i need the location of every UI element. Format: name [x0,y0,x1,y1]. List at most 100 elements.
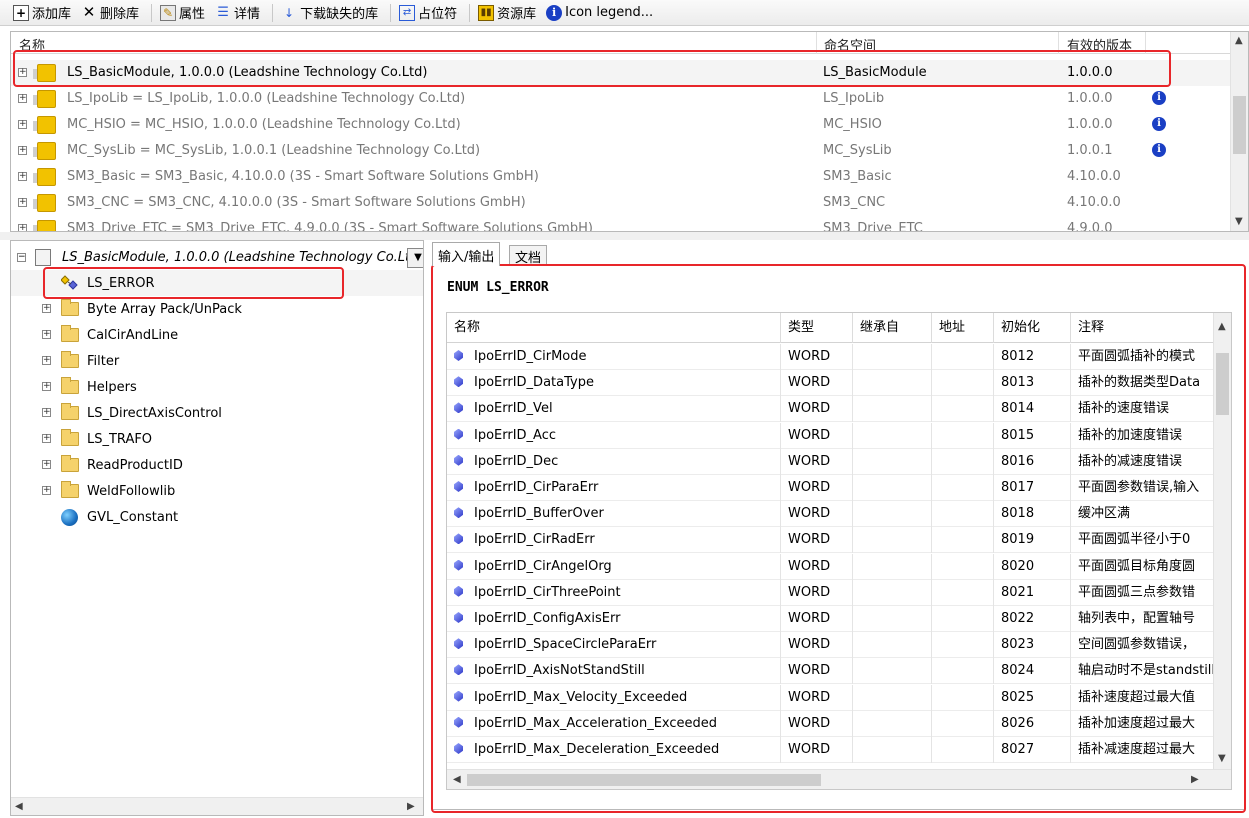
column-header-inherited-from[interactable]: 继承自 [853,313,932,343]
cell-inherited-from[interactable] [853,396,932,423]
cell-inherited-from[interactable] [853,658,932,685]
cell-initial-value[interactable]: 8013 [994,370,1071,397]
cell-comment[interactable]: 插补速度超过最大值 [1071,685,1215,711]
expand-icon[interactable]: + [18,146,27,155]
cell-type[interactable]: WORD [781,344,853,370]
cell-inherited-from[interactable] [853,527,932,554]
cell-inherited-from[interactable] [853,370,932,397]
cell-type[interactable]: WORD [781,710,853,737]
library-row[interactable]: + SM3_CNC = SM3_CNC, 4.10.0.0 (3S - Smart… [11,190,1231,216]
tab-io[interactable]: 输入/输出 [432,242,501,266]
table-row[interactable]: IpoErrID_Max_Deceleration_Exceeded WORD 80… [447,737,1215,763]
cell-comment[interactable]: 插补的数据类型Data [1071,370,1215,396]
table-row[interactable]: IpoErrID_DataType WORD 8013 插补的数据类型Data [447,370,1215,397]
table-row[interactable]: IpoErrID_Max_Acceleration_Exceeded WORD 80… [447,710,1215,737]
icon-legend-button[interactable]: i Icon legend... [543,2,658,24]
properties-button[interactable]: ✎ 属性 [157,2,210,24]
table-row[interactable]: IpoErrID_ConfigAxisErr WORD 8022 轴列表中，配置轴号 [447,606,1215,632]
column-header-namespace[interactable]: 命名空间 [824,35,876,54]
download-missing-button[interactable]: ↓ 下载缺失的库 [278,2,383,24]
table-row[interactable]: IpoErrID_CirThreePoint WORD 8021 平面圆弧三点参数错 [447,579,1215,606]
table-row[interactable]: IpoErrID_AxisNotStandStill WORD 8024 轴启动时不… [447,658,1215,685]
cell-inherited-from[interactable] [853,501,932,528]
cell-name[interactable]: IpoErrID_Max_Acceleration_Exceeded [447,710,781,737]
info-icon[interactable]: i [1152,91,1166,105]
expand-icon[interactable]: + [42,486,51,495]
cell-type[interactable]: WORD [781,475,853,501]
cell-inherited-from[interactable] [853,684,932,711]
scroll-right-arrow-icon[interactable]: ▶ [407,801,415,812]
scroll-up-arrow-icon[interactable]: ▲ [1235,35,1243,46]
cell-initial-value[interactable]: 8027 [994,737,1071,763]
tree-item[interactable]: LS_ERROR [11,270,423,296]
cell-address[interactable] [932,684,994,711]
cell-initial-value[interactable]: 8012 [994,344,1071,370]
scroll-down-arrow-icon[interactable]: ▼ [1218,753,1226,764]
cell-comment[interactable]: 缓冲区满 [1071,501,1215,527]
cell-name[interactable]: IpoErrID_CirMode [447,344,781,370]
cell-comment[interactable]: 插补的速度错误 [1071,396,1215,422]
table-row[interactable]: IpoErrID_BufferOver WORD 8018 缓冲区满 [447,501,1215,528]
column-header-initial-value[interactable]: 初始化 [994,313,1071,343]
expand-icon[interactable]: + [42,460,51,469]
column-header-name[interactable]: 名称 [447,313,781,343]
cell-inherited-from[interactable] [853,606,932,632]
expand-icon[interactable]: + [42,356,51,365]
tree-item[interactable]: + LS_TRAFO [11,426,423,452]
cell-initial-value[interactable]: 8016 [994,448,1071,475]
tree-item[interactable]: + LS_DirectAxisControl [11,400,423,426]
cell-type[interactable]: WORD [781,527,853,554]
cell-inherited-from[interactable] [853,344,932,370]
cell-inherited-from[interactable] [853,475,932,501]
expand-icon[interactable]: + [18,224,27,231]
expand-icon[interactable]: + [42,330,51,339]
pane-splitter[interactable] [0,232,1249,240]
cell-initial-value[interactable]: 8018 [994,501,1071,528]
cell-type[interactable]: WORD [781,396,853,423]
cell-type[interactable]: WORD [781,632,853,659]
tab-documentation[interactable]: 文档 [509,245,548,266]
cell-initial-value[interactable]: 8024 [994,658,1071,685]
column-divider[interactable] [1058,32,1059,54]
cell-address[interactable] [932,475,994,501]
scroll-left-arrow-icon[interactable]: ◀ [453,774,461,785]
tree-item[interactable]: GVL_Constant [11,504,423,530]
enum-table-vertical-scrollbar[interactable]: ▲ ▼ [1213,313,1231,771]
cell-address[interactable] [932,448,994,475]
cell-address[interactable] [932,527,994,554]
scroll-thumb[interactable] [1216,353,1229,415]
cell-comment[interactable]: 平面圆弧半径小于0 [1071,527,1215,553]
tree-item[interactable]: + WeldFollowlib [11,478,423,504]
cell-comment[interactable]: 平面圆参数错误,输入 [1071,475,1215,501]
cell-address[interactable] [932,737,994,763]
cell-inherited-from[interactable] [853,422,932,449]
cell-inherited-from[interactable] [853,710,932,737]
cell-comment[interactable]: 平面圆弧目标角度圆 [1071,554,1215,580]
column-header-type[interactable]: 类型 [781,313,853,343]
cell-type[interactable]: WORD [781,553,853,580]
cell-comment[interactable]: 平面圆弧插补的模式 [1071,344,1215,370]
cell-comment[interactable]: 插补的加速度错误 [1071,423,1215,449]
scroll-right-arrow-icon[interactable]: ▶ [1191,774,1199,785]
table-row[interactable]: IpoErrID_Vel WORD 8014 插补的速度错误 [447,396,1215,423]
cell-address[interactable] [932,632,994,659]
column-header-name[interactable]: 名称 [19,35,45,54]
cell-name[interactable]: IpoErrID_Dec [447,448,781,475]
add-library-button[interactable]: + 添加库 [10,2,76,24]
cell-comment[interactable]: 轴启动时不是standstill [1071,658,1215,684]
expand-icon[interactable]: + [18,198,27,207]
expand-icon[interactable]: + [18,120,27,129]
cell-name[interactable]: IpoErrID_CirThreePoint [447,579,781,606]
cell-name[interactable]: IpoErrID_Max_Deceleration_Exceeded [447,737,781,763]
collapse-icon[interactable]: − [17,253,26,262]
table-row[interactable]: IpoErrID_SpaceCircleParaErr WORD 8023 空间圆弧参… [447,632,1215,659]
tree-horizontal-scrollbar[interactable]: ◀ ▶ [11,797,423,815]
library-row[interactable]: + MC_SysLib = MC_SysLib, 1.0.0.1 (Leadshi… [11,138,1231,164]
cell-name[interactable]: IpoErrID_Max_Velocity_Exceeded [447,684,781,711]
library-dropdown-button[interactable]: ▼ [407,248,423,268]
cell-initial-value[interactable]: 8015 [994,422,1071,449]
cell-name[interactable]: IpoErrID_BufferOver [447,501,781,528]
tree-item[interactable]: + Byte Array Pack/UnPack [11,296,423,322]
library-row[interactable]: + SM3_Basic = SM3_Basic, 4.10.0.0 (3S - S… [11,164,1231,190]
table-row[interactable]: IpoErrID_Dec WORD 8016 插补的减速度错误 [447,448,1215,475]
